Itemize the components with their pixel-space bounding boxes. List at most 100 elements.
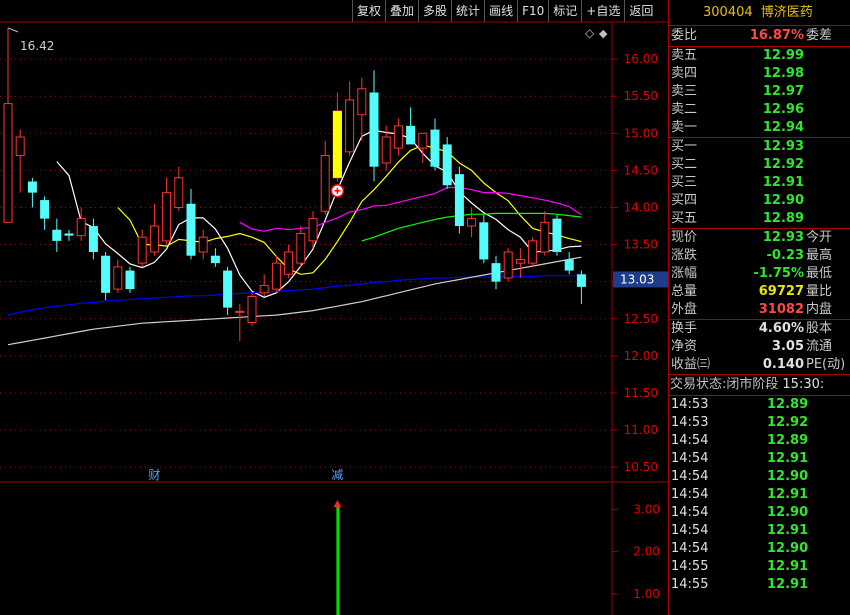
stat-row: 换手 4.60% 股本 bbox=[669, 320, 850, 338]
trade-row: 14:54 12.91 bbox=[669, 486, 850, 504]
candle-body-up bbox=[296, 232, 306, 264]
stock-name: 博济医药 bbox=[760, 5, 813, 20]
trade-price: 12.91 bbox=[767, 451, 809, 466]
trade-row: 14:54 12.91 bbox=[669, 522, 850, 540]
candle-body-down bbox=[442, 144, 452, 186]
stat-label: 涨幅 bbox=[671, 266, 698, 281]
trade-time: 14:54 bbox=[671, 505, 709, 520]
weibi-label: 委比 bbox=[671, 28, 698, 43]
toolbar-button[interactable]: 叠加 bbox=[385, 0, 418, 22]
stat-label-2: 量比 bbox=[806, 284, 833, 299]
toolbar-button[interactable]: 标记 bbox=[548, 0, 581, 22]
order-price: 12.92 bbox=[762, 157, 804, 172]
sell-level-row: 卖五 12.99 bbox=[669, 47, 850, 65]
sell-orders: 卖五 12.99 卖四 12.98 卖三 12.97 卖二 12.96 卖一 12.94 bbox=[669, 47, 850, 138]
candle-body-up bbox=[381, 136, 391, 164]
price-tick-label: 14.50 bbox=[624, 163, 658, 177]
stat-value: 4.60% bbox=[758, 321, 804, 336]
weicha-label: 委差 bbox=[806, 28, 833, 43]
stat-row: 涨幅 -1.75% 最低 bbox=[669, 265, 850, 283]
candle-body-down bbox=[406, 125, 416, 145]
toolbar-button[interactable]: 多股 bbox=[418, 0, 451, 22]
candle-body-up bbox=[540, 221, 550, 253]
order-label: 买三 bbox=[671, 175, 698, 190]
diamond-icon[interactable]: ◇ bbox=[585, 26, 595, 40]
toolbar-button[interactable]: 统计 bbox=[451, 0, 484, 22]
stat-label-2: 股本 bbox=[806, 321, 833, 336]
candle-body-down bbox=[552, 218, 562, 252]
stat-label-2: 流通 bbox=[806, 339, 833, 354]
candle-body-up bbox=[418, 132, 428, 149]
candle-layer: 财减 bbox=[3, 27, 586, 482]
signal-candle bbox=[332, 111, 342, 178]
price-tick-label: 10.50 bbox=[624, 460, 658, 474]
scroll-icon[interactable]: ◆ bbox=[599, 27, 608, 40]
stat-row: 外盘 31082 内盘 bbox=[669, 301, 850, 319]
price-tick-label: 14.00 bbox=[624, 200, 658, 214]
trade-row: 14:55 12.91 bbox=[669, 576, 850, 594]
trade-time: 14:55 bbox=[671, 577, 709, 592]
stat-value: -1.75% bbox=[753, 266, 805, 281]
kline-chart[interactable]: 财减 16.0015.5015.0014.5014.0013.5013.0012… bbox=[0, 0, 668, 615]
order-label: 卖三 bbox=[671, 84, 698, 99]
order-price: 12.91 bbox=[762, 175, 804, 190]
candle-body-up bbox=[174, 177, 184, 208]
candle-body-up bbox=[357, 88, 367, 116]
stat-label-2: 最高 bbox=[806, 248, 833, 263]
toolbar-button[interactable]: 复权 bbox=[352, 0, 385, 22]
status-value: 闭市阶段 bbox=[726, 377, 779, 392]
candle-body-down bbox=[88, 226, 98, 252]
max-price-pointer bbox=[7, 27, 19, 33]
candle-body-down bbox=[52, 229, 62, 241]
order-label: 卖五 bbox=[671, 48, 698, 63]
order-label: 卖二 bbox=[671, 102, 698, 117]
toolbar-button[interactable]: 返回 bbox=[624, 0, 657, 22]
candle-body-down bbox=[64, 233, 74, 236]
candle-body-down bbox=[491, 263, 501, 282]
stat-row: 涨跌 -0.23 最高 bbox=[669, 247, 850, 265]
sell-level-row: 卖二 12.96 bbox=[669, 101, 850, 119]
event-label: 减 bbox=[331, 468, 343, 482]
stat-value: 31082 bbox=[758, 302, 804, 317]
trade-row: 14:53 12.92 bbox=[669, 414, 850, 432]
price-tick-label: 12.50 bbox=[624, 312, 658, 326]
toolbar-button[interactable]: +自选 bbox=[581, 0, 624, 22]
stat-label-2: 最低 bbox=[806, 266, 833, 281]
trade-price: 12.90 bbox=[767, 541, 809, 556]
candle-body-down bbox=[576, 274, 586, 287]
weibi-value: 16.87% bbox=[749, 28, 804, 43]
order-label: 卖一 bbox=[671, 120, 698, 135]
trade-row: 14:53 12.89 bbox=[669, 396, 850, 414]
order-price: 12.90 bbox=[762, 193, 804, 208]
candle-body-down bbox=[430, 129, 440, 167]
stat-label: 涨跌 bbox=[671, 248, 698, 263]
candle-body-up bbox=[76, 218, 86, 237]
trade-row: 14:54 12.90 bbox=[669, 504, 850, 522]
trade-time: 14:55 bbox=[671, 559, 709, 574]
trade-time: 14:53 bbox=[671, 397, 709, 412]
candle-body-up bbox=[345, 99, 355, 153]
candle-body-down bbox=[223, 270, 233, 308]
sell-level-row: 卖四 12.98 bbox=[669, 65, 850, 83]
lower-tick-label: 2.00 bbox=[633, 545, 660, 559]
sell-level-row: 卖三 12.97 bbox=[669, 83, 850, 101]
stat-label: 外盘 bbox=[671, 302, 698, 317]
order-label: 买四 bbox=[671, 193, 698, 208]
stat-row: 收益㈢ 0.140 PE(动) bbox=[669, 356, 850, 374]
stat-value: 69727 bbox=[758, 284, 804, 299]
lower-tick-label: 3.00 bbox=[633, 502, 660, 516]
candle-body-up bbox=[515, 258, 525, 264]
trade-list[interactable]: 14:53 12.89 14:53 12.92 14:54 12.89 14:54 12.91… bbox=[669, 396, 850, 594]
trade-status: 交易状态:闭市阶段 15:30: bbox=[669, 374, 850, 396]
stat-label-2: PE(动) bbox=[806, 357, 846, 372]
candle-body-up bbox=[308, 218, 318, 242]
candle-body-down bbox=[186, 203, 196, 256]
toolbar-button[interactable]: F10 bbox=[517, 0, 548, 22]
price-tick-label: 11.00 bbox=[624, 423, 658, 437]
candle-body-up bbox=[113, 266, 123, 290]
trade-row: 14:54 12.89 bbox=[669, 432, 850, 450]
trade-time: 14:53 bbox=[671, 415, 709, 430]
candle-body-up bbox=[137, 236, 147, 264]
toolbar-button[interactable]: 画线 bbox=[484, 0, 517, 22]
order-price: 12.94 bbox=[762, 120, 804, 135]
